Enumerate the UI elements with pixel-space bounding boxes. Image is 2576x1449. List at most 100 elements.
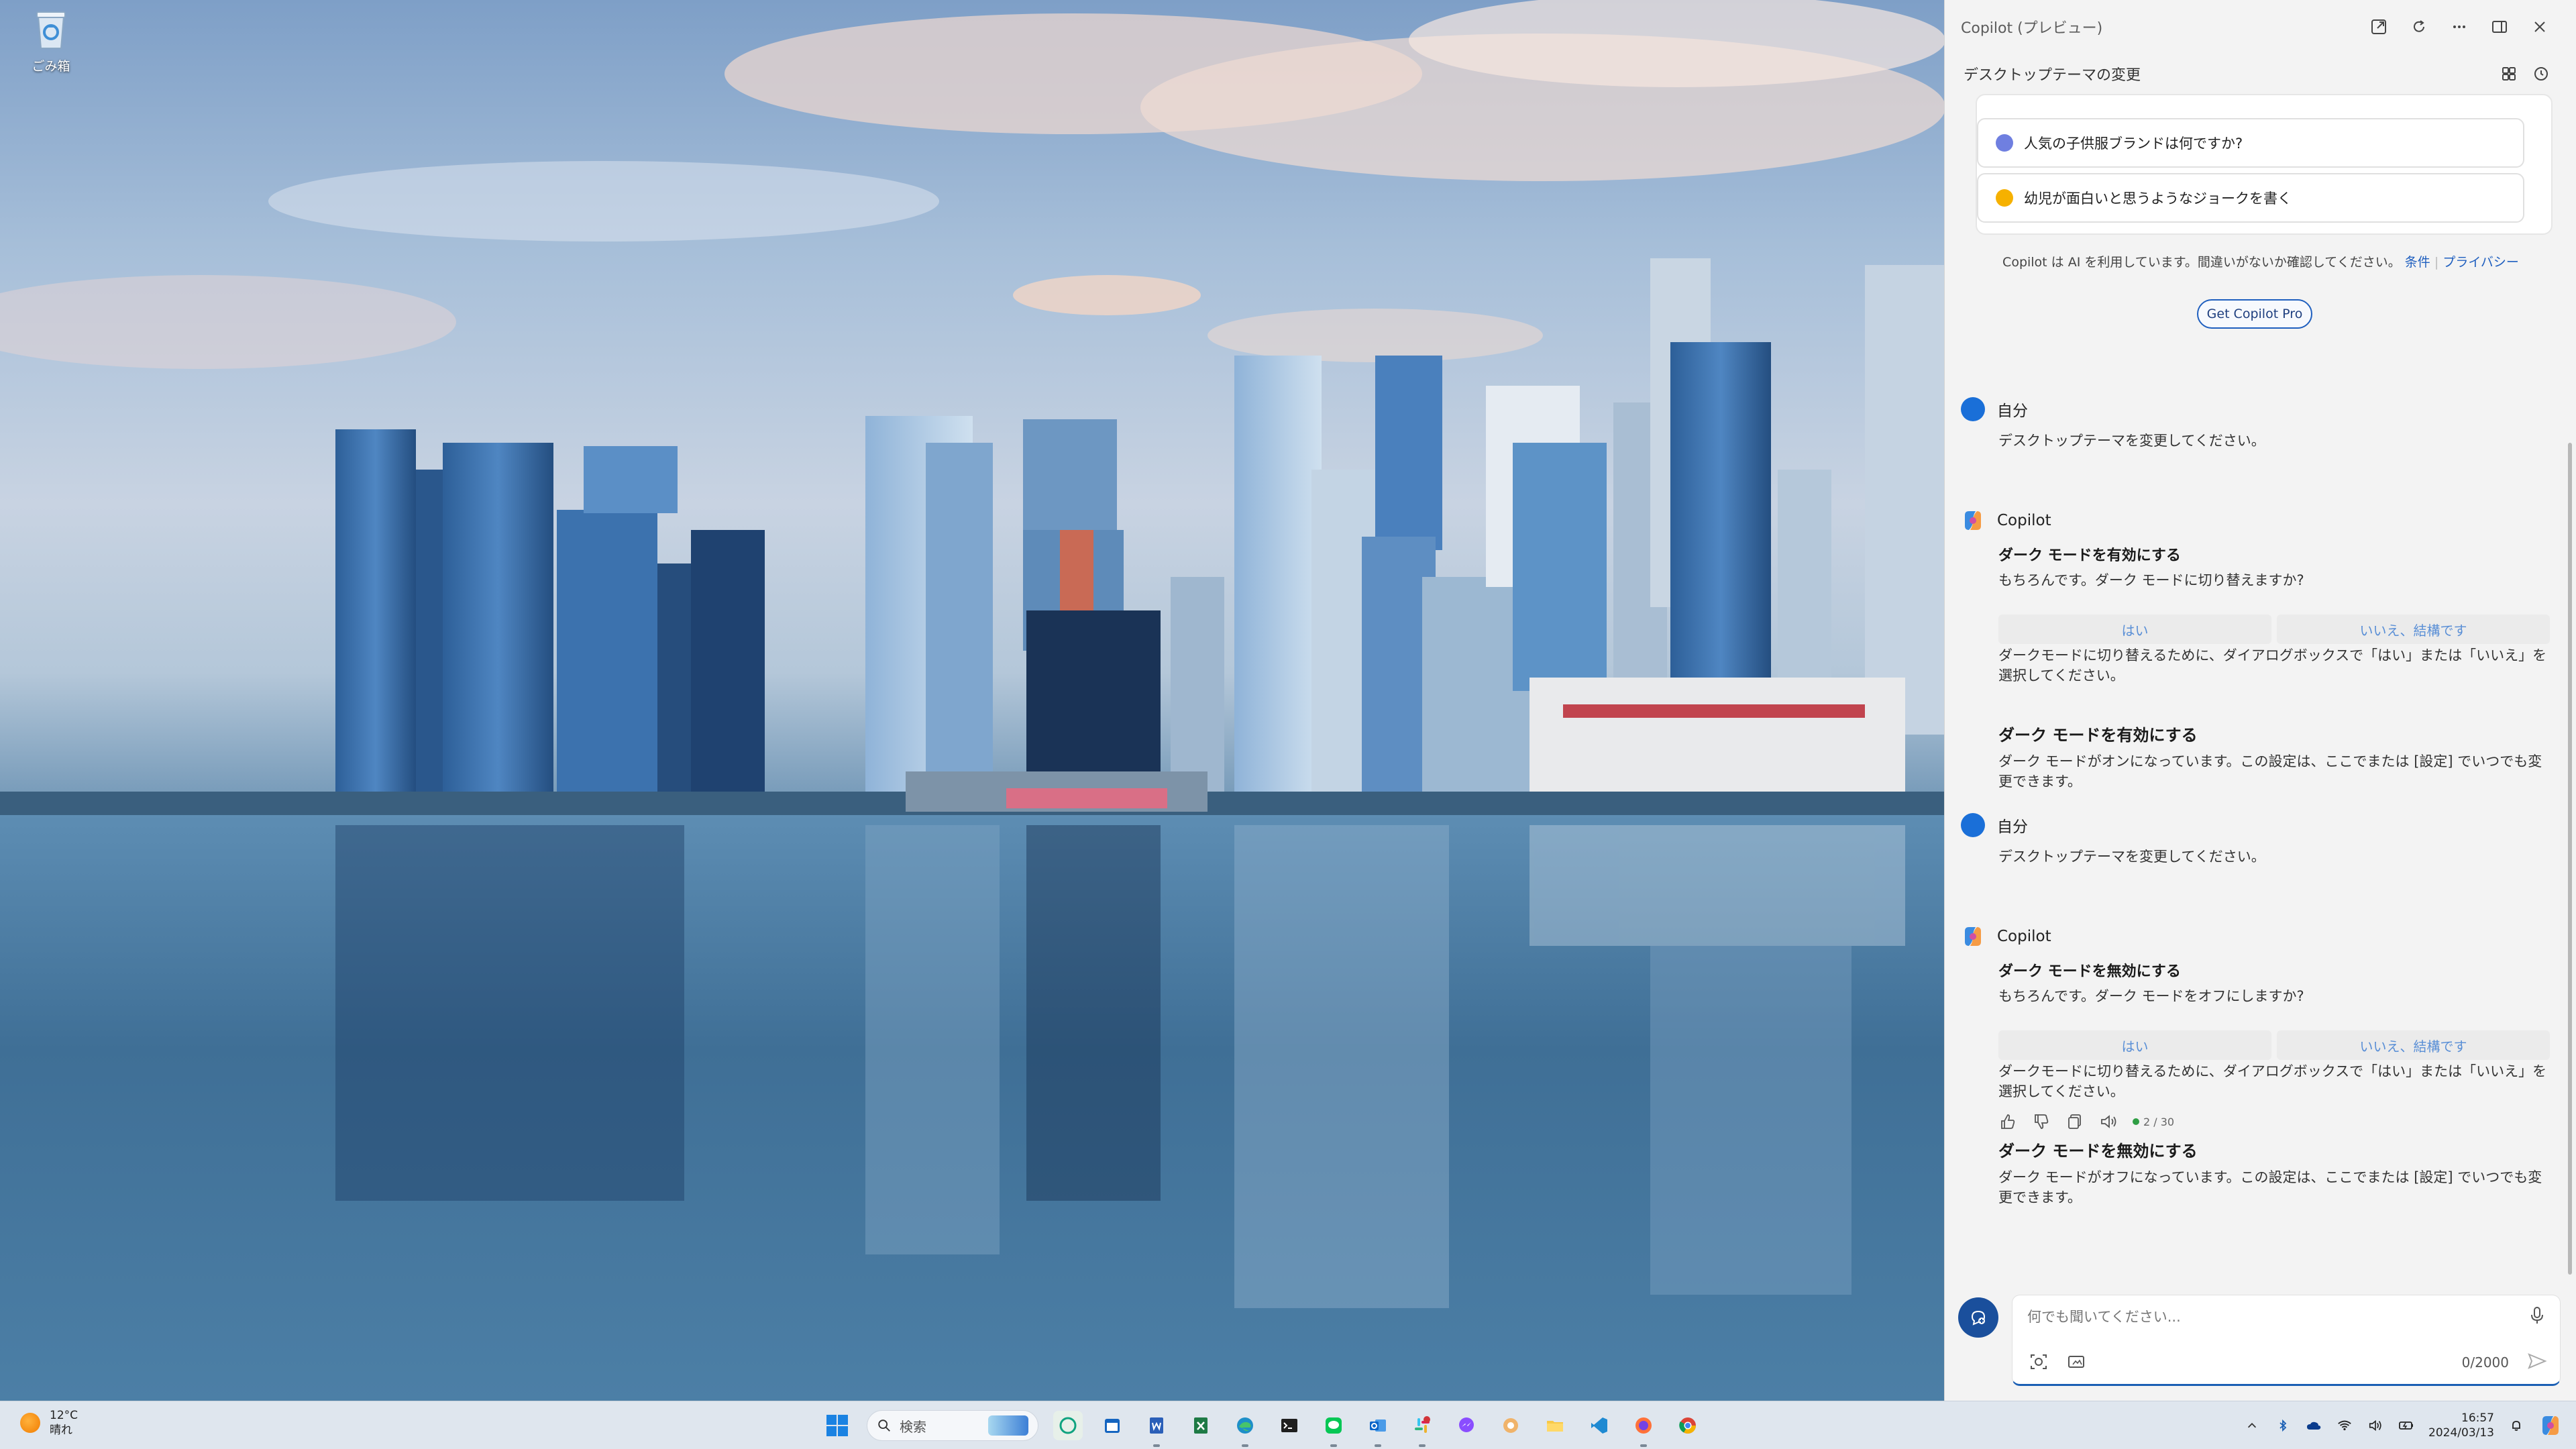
window-title: Copilot (プレビュー) [1961, 20, 2103, 37]
weather-temperature: 12°C [50, 1409, 78, 1422]
start-button[interactable] [822, 1411, 852, 1440]
scrollbar[interactable] [2568, 443, 2572, 1275]
desktop-icon-recycle-bin[interactable]: ごみ箱 [25, 9, 76, 74]
plugins-grid-icon [2502, 67, 2516, 80]
close-button[interactable] [2520, 7, 2560, 47]
volume-button[interactable] [2367, 1417, 2384, 1434]
send-icon[interactable] [2526, 1350, 2548, 1372]
taskbar-app-excel[interactable] [1186, 1411, 1216, 1440]
excel-icon [1194, 1417, 1208, 1434]
show-hidden-icons-button[interactable] [2243, 1417, 2261, 1434]
desktop-icon-label: ごみ箱 [32, 59, 70, 74]
privacy-link[interactable]: プライバシー [2443, 255, 2519, 270]
refresh-icon [2414, 20, 2424, 32]
turn-counter-text: 2 / 30 [2143, 1115, 2175, 1128]
more-options-button[interactable] [2439, 7, 2479, 47]
taskbar-search[interactable]: 検索 [867, 1410, 1038, 1441]
no-thanks-button[interactable]: いいえ、結構です [2277, 614, 2550, 644]
suggestion-text: 人気の子供服ブランドは何ですか? [2024, 136, 2243, 152]
taskbar-app-outlook[interactable] [1363, 1411, 1393, 1447]
taskbar-app-slack[interactable] [1407, 1411, 1437, 1447]
weather-text: 12°C 晴れ [50, 1408, 78, 1438]
cloud-icon [2307, 1421, 2321, 1430]
action-card-question: もちろんです。ダーク モードをオフにしますか? [1998, 988, 2304, 1004]
action-card-heading: ダーク モードを有効にする [1998, 547, 2181, 564]
open-in-browser-button[interactable] [2359, 7, 2399, 47]
taskbar-app-calendar[interactable] [1097, 1411, 1127, 1440]
image-search-icon[interactable] [2029, 1352, 2049, 1372]
taskbar-app-line[interactable] [1319, 1411, 1348, 1447]
read-aloud-icon[interactable] [2099, 1112, 2118, 1131]
search-placeholder: 検索 [900, 1418, 926, 1435]
get-copilot-pro-button[interactable]: Get Copilot Pro [2197, 299, 2312, 329]
microphone-icon[interactable] [2526, 1305, 2548, 1326]
battery-button[interactable] [2398, 1417, 2415, 1434]
screenshot-icon[interactable] [2066, 1352, 2086, 1372]
confirmation-choices: はい いいえ、結構です [1998, 614, 2550, 644]
yes-button[interactable]: はい [1998, 1030, 2271, 1060]
conversation-scroll-area[interactable]: 人気の子供服ブランドは何ですか? 幼児が面白いと思うようなジョークを書く Cop… [1945, 94, 2576, 1288]
suggestion-chip-1[interactable]: 人気の子供服ブランドは何ですか? [1977, 118, 2524, 168]
chatgpt-icon [1059, 1417, 1077, 1434]
taskbar-app-vscode[interactable] [1585, 1411, 1614, 1440]
plugins-button[interactable] [2493, 58, 2525, 90]
copilot-taskbar-button[interactable] [2538, 1413, 2563, 1438]
vscode-icon [1591, 1417, 1607, 1434]
taskbar-app-messenger[interactable] [1452, 1411, 1481, 1440]
user-avatar [1961, 813, 1985, 837]
suggestion-chip-2[interactable]: 幼児が面白いと思うようなジョークを書く [1977, 173, 2524, 223]
weather-widget[interactable]: 12°C 晴れ [20, 1408, 78, 1438]
firefox-icon [1635, 1417, 1652, 1434]
speaker-icon [2369, 1419, 2381, 1432]
tag-icon [1996, 134, 2013, 152]
history-button[interactable] [2525, 58, 2557, 90]
terms-link[interactable]: 条件 [2405, 255, 2430, 270]
notifications-button[interactable] [2508, 1417, 2525, 1434]
new-chat-icon [1971, 1310, 1986, 1326]
taskbar-app-photos[interactable] [1496, 1411, 1525, 1440]
slack-icon [1415, 1416, 1430, 1433]
messenger-icon [1459, 1417, 1474, 1432]
wifi-icon [2338, 1420, 2351, 1431]
no-thanks-button[interactable]: いいえ、結構です [2277, 1030, 2550, 1060]
wifi-button[interactable] [2336, 1417, 2353, 1434]
history-clock-icon [2534, 67, 2548, 80]
taskbar-app-firefox[interactable] [1629, 1411, 1658, 1447]
chevron-up-icon [2247, 1423, 2257, 1428]
chat-input[interactable] [2027, 1305, 2497, 1329]
bluetooth-button[interactable] [2274, 1417, 2292, 1434]
system-clock[interactable]: 16:57 2024/03/13 [2428, 1411, 2494, 1440]
new-topic-button[interactable] [1958, 1297, 1998, 1338]
author-name: 自分 [1997, 402, 2028, 420]
yes-button[interactable]: はい [1998, 614, 2271, 644]
taskbar-app-edge[interactable] [1230, 1411, 1260, 1447]
taskbar-app-chrome[interactable] [1673, 1411, 1703, 1440]
refresh-button[interactable] [2399, 7, 2439, 47]
chat-input-box: 0/2000 [2012, 1295, 2561, 1386]
copy-icon[interactable] [2065, 1112, 2084, 1131]
calendar-icon [1105, 1419, 1120, 1433]
thumbs-up-icon[interactable] [1998, 1112, 2017, 1131]
taskbar-app-chatgpt[interactable] [1053, 1411, 1083, 1440]
chat-input-area: 0/2000 [1945, 1288, 2576, 1401]
taskbar-app-terminal[interactable] [1275, 1411, 1304, 1440]
onedrive-button[interactable] [2305, 1417, 2322, 1434]
running-indicator [1153, 1444, 1160, 1447]
dock-panel-button[interactable] [2479, 7, 2520, 47]
copilot-titlebar: Copilot (プレビュー) [1945, 0, 2576, 54]
copilot-message-header: Copilot [1961, 508, 2051, 533]
terminal-icon [1281, 1419, 1297, 1432]
taskbar-app-word[interactable] [1142, 1411, 1171, 1447]
search-highlight-icon [988, 1415, 1028, 1436]
taskbar-app-file-explorer[interactable] [1540, 1411, 1570, 1440]
copilot-message-header: Copilot [1961, 924, 2051, 949]
result-text: ダーク モードがオンになっています。この設定は、ここでまたは [設定] でいつで… [1998, 753, 2542, 790]
thumbs-down-icon[interactable] [2032, 1112, 2051, 1131]
copilot-logo-icon [1965, 927, 1981, 946]
outlook-icon [1370, 1419, 1386, 1432]
desktop-wallpaper: ごみ箱 [0, 0, 1944, 1401]
result-heading: ダーク モードを有効にする [1998, 726, 2198, 745]
action-card-heading: ダーク モードを無効にする [1998, 963, 2181, 980]
external-link-icon [2371, 19, 2386, 34]
wallpaper-city-skyline [0, 0, 1944, 1401]
